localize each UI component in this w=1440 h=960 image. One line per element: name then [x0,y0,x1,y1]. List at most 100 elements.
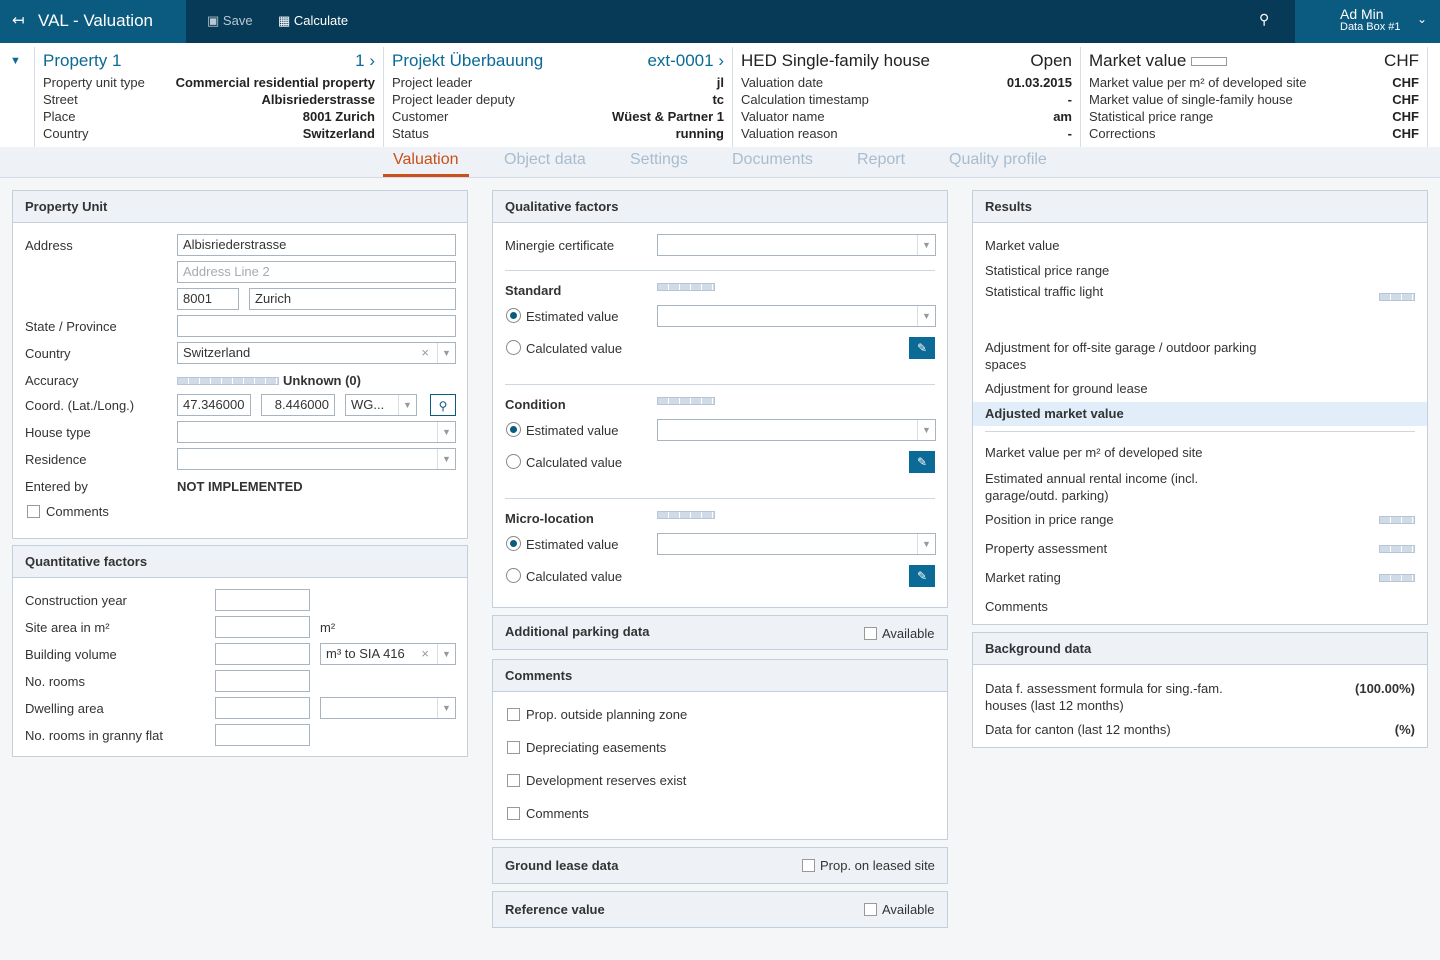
summary-value: - [1067,92,1072,107]
calculated-radio[interactable] [506,454,521,469]
zip-input[interactable]: 8001 [177,288,239,310]
site-area-label: Site area in m² [25,620,110,635]
quantitative-panel: Quantitative factors Construction year S… [12,545,468,757]
tab-documents[interactable]: Documents [732,151,813,177]
summary-property: Property 1 1 › Property unit type Commerci… [34,47,383,147]
house-type-select[interactable]: ▼ [177,421,456,443]
address-label: Address [25,238,73,253]
street-input[interactable]: Albisriederstrasse [177,234,456,256]
locate-map-button[interactable]: ⚲ [430,394,456,416]
summary-row: Street Albisriederstrasse [43,91,375,108]
property-nav[interactable]: 1 › [355,47,375,74]
tab-quality-profile[interactable]: Quality profile [949,151,1047,177]
summary-value: 01.03.2015 [1006,75,1072,90]
dropdown-icon: ▼ [437,422,455,442]
summary-row: Valuator name am [741,108,1072,125]
divider [505,498,935,499]
latitude-input[interactable]: 47.346000 [177,394,251,416]
rooms-input[interactable] [215,670,310,692]
comment-checkbox[interactable] [507,741,520,754]
city-input[interactable]: Zurich [249,288,456,310]
tab-settings[interactable]: Settings [630,151,688,177]
site-area-input[interactable] [215,616,310,638]
project-title[interactable]: Projekt Überbauung [392,47,543,74]
granny-flat-input[interactable] [215,724,310,746]
save-button[interactable]: ▣ Save [207,13,253,29]
dwelling-area-input[interactable] [215,697,310,719]
calculated-radio[interactable] [506,340,521,355]
factor-level-bar [657,283,715,291]
house-type-label: House type [25,425,91,440]
result-per-m2: Market value per m² of developed site [985,445,1203,460]
save-label: Save [222,13,253,28]
estimated-select[interactable]: ▼ [657,419,936,441]
user-menu[interactable]: Ad Min Data Box #1 ⌄ [1295,0,1440,43]
comment-checkbox[interactable] [507,774,520,787]
dwelling-unit-select[interactable]: ▼ [320,697,456,719]
tab-report[interactable]: Report [857,151,905,177]
summary-label: Valuation date [741,75,824,90]
valuation-status: Open [1030,51,1072,70]
edit-button[interactable]: ✎ [909,451,935,473]
country-select[interactable]: Switzerland × ▼ [177,342,456,364]
residence-select[interactable]: ▼ [177,448,456,470]
property-title[interactable]: Property 1 [43,47,121,74]
summary-market: Market value CHF Market value per m² of … [1080,47,1428,147]
summary-label: Street [43,92,78,107]
leased-site-checkbox[interactable] [802,859,815,872]
comments-checkbox[interactable] [27,505,40,518]
estimated-radio[interactable] [506,308,521,323]
map-pin-icon[interactable]: ⚲ [1259,11,1269,28]
state-input[interactable] [177,315,456,337]
summary-row: Project leader jl [392,74,724,91]
parking-available-checkbox[interactable] [864,627,877,640]
building-volume-input[interactable] [215,643,310,665]
estimated-radio[interactable] [506,536,521,551]
comment-checkbox[interactable] [507,708,520,721]
clear-icon[interactable]: × [421,644,429,664]
calculate-button[interactable]: ▦ Calculate [278,13,348,29]
tab-object-data[interactable]: Object data [504,151,586,177]
tab-valuation[interactable]: Valuation [383,151,469,177]
edit-button[interactable]: ✎ [909,337,935,359]
estimated-radio[interactable] [506,422,521,437]
estimated-select[interactable]: ▼ [657,305,936,327]
construction-year-input[interactable] [215,589,310,611]
project-nav[interactable]: ext-0001 › [647,47,724,74]
coord-system-select[interactable]: WG... ▼ [345,394,417,416]
site-area-unit: m² [320,620,336,635]
volume-unit-select[interactable]: m³ to SIA 416 × ▼ [320,643,456,665]
app-title-text: VAL - Valuation [38,11,153,30]
traffic-light-bar [1379,293,1415,301]
building-volume-label: Building volume [25,647,117,662]
edit-button[interactable]: ✎ [909,565,935,587]
minergie-select[interactable]: ▼ [657,234,936,256]
edit-icon: ✎ [916,341,928,355]
dropdown-icon: ▼ [437,644,455,664]
address-line2-input[interactable]: Address Line 2 [177,261,456,283]
summary-label: Valuation reason [741,126,838,141]
back-icon[interactable]: ↤ [12,0,25,41]
estimated-select[interactable]: ▼ [657,533,936,555]
calculated-radio[interactable] [506,568,521,583]
longitude-input[interactable]: 8.446000 [261,394,335,416]
dropdown-icon: ▼ [917,235,935,255]
country-value: Switzerland [183,345,251,360]
comment-checkbox[interactable] [507,807,520,820]
dropdown-icon: ▼ [917,534,935,554]
entered-by-label: Entered by [25,479,88,494]
rating-bar [1379,574,1415,582]
reference-value-panel: Reference value Available [492,891,948,928]
summary-value: CHF [1392,92,1419,107]
collapse-icon[interactable]: ▼ [10,55,21,67]
summary-value: Switzerland [302,126,375,141]
clear-icon[interactable]: × [421,343,429,363]
available-label: Available [882,626,935,641]
reference-available-checkbox[interactable] [864,903,877,916]
comments-panel: Comments Prop. outside planning zone Depr… [492,659,948,840]
result-adj-ground: Adjustment for ground lease [985,381,1148,396]
panel-title: Results [973,191,1427,223]
construction-year-label: Construction year [25,593,127,608]
calculator-icon: ▦ [278,13,291,28]
tab-bar: Valuation Object data Settings Documents Rep… [0,147,1440,178]
